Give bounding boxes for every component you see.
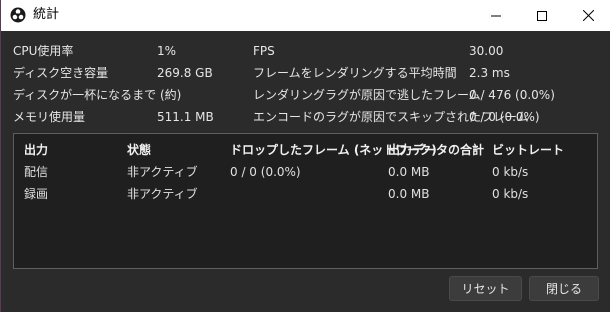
stat-label-memory: メモリ使用量 [13,110,86,124]
obs-logo-icon [10,7,26,23]
cell-total-data: 0.0 MB [388,187,430,201]
cell-output-name: 配信 [24,165,49,179]
stat-value-avg-render-time: 2.3 ms [469,66,510,80]
minimize-button[interactable] [473,0,519,31]
stat-label-fps: FPS [253,44,275,58]
stat-label-cpu: CPU使用率 [13,44,74,58]
output-table: 出力 状態 ドロップしたフレーム (ネットワーク) 出力データの合計 ビットレー… [13,133,598,269]
col-header-total-data: 出力データの合計 [388,143,485,157]
stat-label-disk-full-eta: ディスクが一杯になるまで (約) [13,88,182,102]
cell-total-data: 0.0 MB [388,165,430,179]
stat-value-memory: 511.1 MB [157,110,214,124]
col-header-bitrate: ビットレート [492,143,565,157]
stats-window: 統計 CPU使用率 1% ディスク空き容量 269.8 GB ディスクが一杯にな… [0,0,610,312]
title-bar[interactable]: 統計 [1,0,610,31]
stat-value-skipped-frames: 0 / 0 (0.0%) [469,110,540,124]
col-header-output: 出力 [24,143,49,157]
maximize-icon [537,10,547,21]
close-button[interactable] [565,0,610,31]
minimize-icon [491,15,501,16]
stat-value-fps: 30.00 [469,44,504,58]
stat-label-missed-frames: レンダリングラグが原因で逃したフレーム [253,88,481,102]
close-icon [582,10,594,21]
maximize-button[interactable] [519,0,565,31]
stat-value-missed-frames: 0 / 476 (0.0%) [469,88,555,102]
cell-status: 非アクティブ [127,165,198,179]
cell-bitrate: 0 kb/s [492,187,529,201]
close-dialog-button[interactable]: 閉じる [529,276,599,301]
stat-label-avg-render-time: フレームをレンダリングする平均時間 [253,66,457,80]
cell-output-name: 録画 [24,187,49,201]
stat-value-disk-free: 269.8 GB [157,66,213,80]
cell-bitrate: 0 kb/s [492,165,529,179]
reset-button[interactable]: リセット [449,276,522,301]
stat-label-disk-free: ディスク空き容量 [13,66,109,80]
cell-dropped-frames: 0 / 0 (0.0%) [230,165,301,179]
cell-status: 非アクティブ [127,187,198,201]
stat-value-cpu: 1% [157,44,177,58]
window-title: 統計 [33,7,60,22]
col-header-status: 状態 [127,143,152,157]
